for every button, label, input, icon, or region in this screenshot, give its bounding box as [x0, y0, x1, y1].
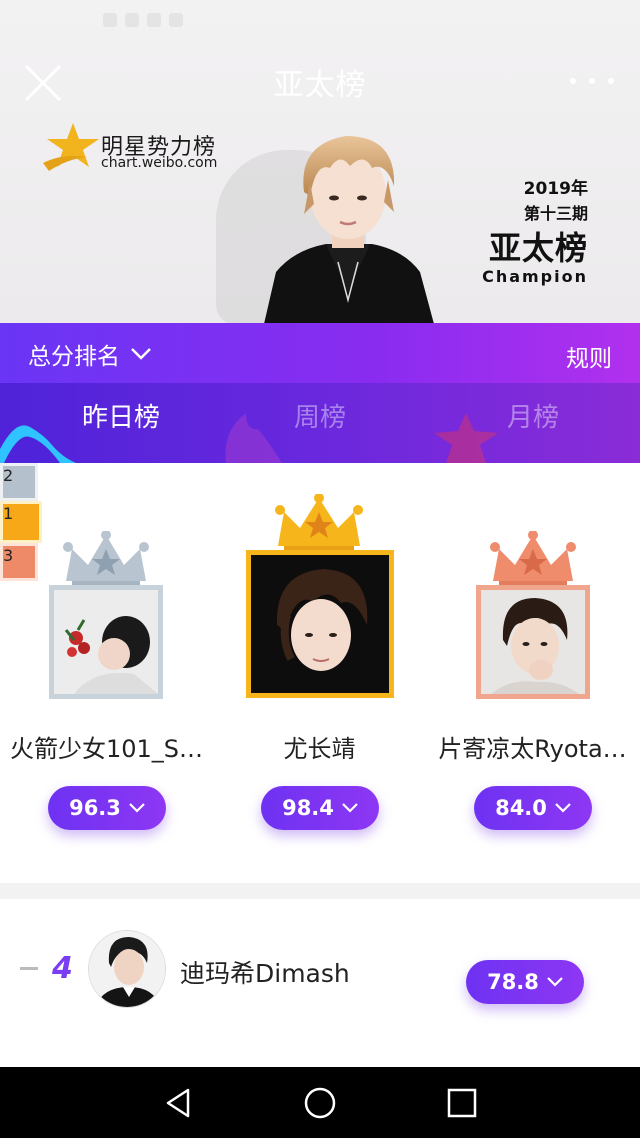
home-circle-icon[interactable]: [302, 1085, 338, 1121]
rank-badge-second: 2: [0, 463, 38, 501]
avatar-image: [89, 931, 165, 1007]
system-nav-bar: [0, 1067, 640, 1138]
chevron-down-icon: [547, 977, 563, 987]
issue-label: Champion: [482, 267, 588, 286]
score-value: 84.0: [495, 796, 547, 820]
podium-name-second[interactable]: 火箭少女101_S…: [0, 729, 213, 764]
issue-year: 2019年: [523, 179, 588, 199]
score-button-third[interactable]: 84.0: [474, 786, 592, 830]
row-avatar[interactable]: [88, 930, 166, 1008]
section-divider: [0, 883, 640, 899]
podium-name-third[interactable]: 片寄凉太Ryota…: [426, 729, 639, 764]
weibo-chart-logo: 明星势力榜 chart.weibo.com: [43, 123, 243, 183]
bronze-crown-icon: [490, 531, 576, 589]
champion-portrait: [264, 136, 434, 323]
issue-chart-name: 亚太榜: [488, 229, 588, 267]
avatar-first[interactable]: [246, 550, 394, 698]
avatar-image: [54, 590, 158, 694]
podium: 2 1 3 火箭少女101_S… 尤长靖 片寄凉太Ryota… 96.3 98.…: [0, 463, 640, 883]
avatar-image: [481, 590, 585, 694]
score-button-second[interactable]: 96.3: [48, 786, 166, 830]
logo-url: chart.weibo.com: [101, 155, 218, 171]
status-bar-icons: [103, 12, 233, 32]
star-logo-icon: [43, 123, 99, 171]
avatar-second[interactable]: [49, 585, 163, 699]
tab-monthly[interactable]: 月榜: [507, 397, 559, 434]
rules-link[interactable]: 规则: [566, 339, 612, 373]
more-dots-icon: [570, 78, 576, 84]
list-row-rank-4[interactable]: 4 迪玛希Dimash 78.8: [0, 899, 640, 1067]
back-triangle-icon[interactable]: [160, 1085, 196, 1121]
issue-info: 2019年 第十三期 亚太榜 Champion: [482, 178, 588, 286]
chevron-down-icon: [342, 803, 358, 813]
issue-number: 第十三期: [523, 204, 588, 223]
sort-dropdown[interactable]: 总分排名: [28, 337, 152, 371]
avatar-image: [251, 555, 389, 693]
silver-crown-icon: [63, 531, 149, 589]
score-button-rank-4[interactable]: 78.8: [466, 960, 584, 1004]
row-name: 迪玛希Dimash: [180, 959, 350, 988]
chevron-down-icon: [131, 348, 151, 360]
score-value: 78.8: [487, 970, 539, 994]
podium-name-first[interactable]: 尤长靖: [213, 729, 426, 764]
recents-square-icon[interactable]: [444, 1085, 480, 1121]
filter-bar: 总分排名 规则: [0, 323, 640, 383]
tab-yesterday[interactable]: 昨日榜: [82, 397, 160, 434]
header-banner: 亚太榜 明星势力榜 chart.weibo.com 2019年 第十三期 亚太榜…: [0, 0, 640, 323]
rank-badge-first: 1: [0, 501, 42, 543]
trend-flat-indicator: [20, 967, 38, 970]
score-button-first[interactable]: 98.4: [261, 786, 379, 830]
gold-crown-icon: [275, 494, 363, 555]
period-tabs: 昨日榜 周榜 月榜: [0, 383, 640, 463]
more-button[interactable]: [570, 70, 614, 92]
row-rank: 4: [52, 951, 73, 986]
sort-label: 总分排名: [28, 344, 120, 370]
page-title: 亚太榜: [273, 68, 367, 103]
avatar-third[interactable]: [476, 585, 590, 699]
chevron-down-icon: [129, 803, 145, 813]
score-value: 98.4: [282, 796, 334, 820]
rank-badge-third: 3: [0, 543, 38, 581]
score-value: 96.3: [69, 796, 121, 820]
chevron-down-icon: [555, 803, 571, 813]
tab-weekly[interactable]: 周榜: [294, 397, 346, 434]
